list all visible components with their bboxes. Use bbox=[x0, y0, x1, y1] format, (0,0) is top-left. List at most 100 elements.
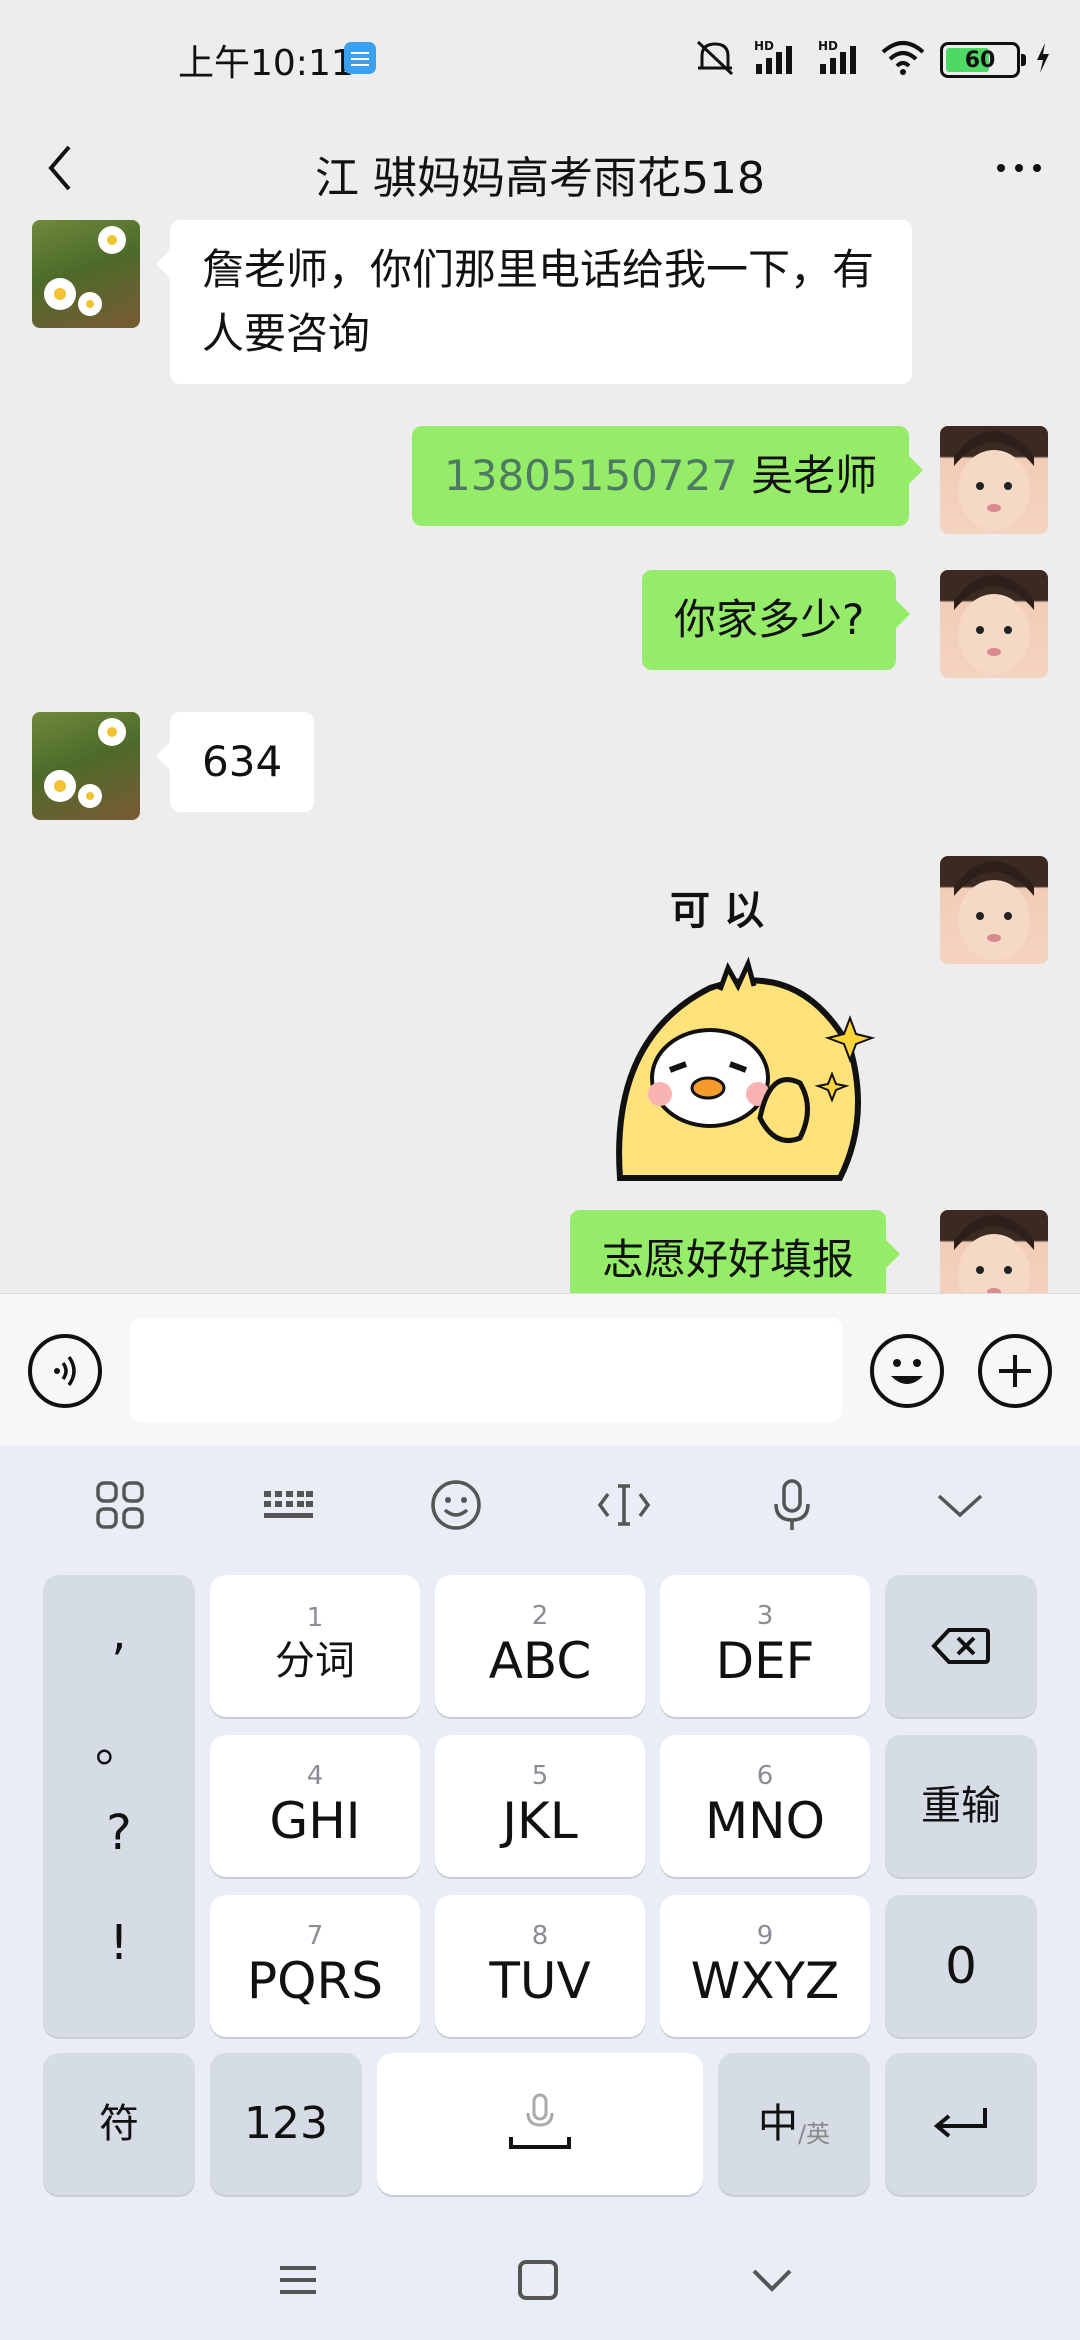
key-1-fenci[interactable]: 1 分词 bbox=[210, 1575, 420, 1717]
key-label: 重输 bbox=[921, 1783, 1001, 1829]
charging-icon bbox=[1034, 41, 1052, 79]
key-label: 符 bbox=[99, 2101, 139, 2147]
chevron-down-icon bbox=[937, 1494, 983, 1518]
key-number: 9 bbox=[756, 1921, 774, 1951]
keyboard-toolbar bbox=[0, 1445, 1080, 1565]
keyboard-icon bbox=[264, 1491, 313, 1518]
key-8-tuv[interactable]: 8 TUV bbox=[435, 1895, 645, 2037]
key-sublabel: /英 bbox=[797, 2119, 831, 2148]
hide-keyboard-button[interactable] bbox=[928, 1473, 992, 1537]
backspace-key[interactable] bbox=[885, 1575, 1037, 1717]
key-label: WXYZ bbox=[690, 1952, 840, 2010]
punct-period-key[interactable]: 。 bbox=[43, 1705, 195, 1775]
nav-bar: 江 骐妈妈高考雨花518 bbox=[0, 118, 1080, 218]
reinput-key[interactable]: 重输 bbox=[885, 1735, 1037, 1877]
emoji-button[interactable] bbox=[870, 1334, 944, 1408]
key-label: 0 bbox=[945, 1937, 977, 1995]
microphone-icon bbox=[774, 1479, 810, 1530]
keyboard-menu-button[interactable] bbox=[88, 1473, 152, 1537]
key-number: 4 bbox=[306, 1761, 324, 1791]
recent-apps-button[interactable] bbox=[268, 2250, 328, 2310]
numbers-key[interactable]: 123 bbox=[210, 2053, 362, 2195]
more-options-button[interactable] bbox=[984, 138, 1054, 198]
chat-title: 江 骐妈妈高考雨花518 bbox=[315, 153, 765, 204]
key-number: 1 bbox=[306, 1603, 324, 1633]
keyboard-layout-button[interactable] bbox=[256, 1473, 320, 1537]
key-label: ABC bbox=[488, 1632, 592, 1690]
contact-avatar[interactable] bbox=[32, 220, 140, 328]
key-number: 3 bbox=[756, 1601, 774, 1631]
space-key[interactable] bbox=[377, 2053, 703, 2195]
space-mic-icon bbox=[509, 2093, 571, 2149]
text-cursor-icon bbox=[597, 1484, 651, 1526]
key-2-abc[interactable]: 2 ABC bbox=[435, 1575, 645, 1717]
key-6-mno[interactable]: 6 MNO bbox=[660, 1735, 870, 1877]
punctuation-column[interactable]: , 。 ? ! bbox=[43, 1575, 195, 2037]
phone-number-link[interactable]: 13805150727 bbox=[444, 451, 738, 500]
key-label: PQRS bbox=[247, 1952, 383, 2010]
key-number: 5 bbox=[531, 1761, 549, 1791]
key-number: 6 bbox=[756, 1761, 774, 1791]
key-4-ghi[interactable]: 4 GHI bbox=[210, 1735, 420, 1877]
chick-sticker-icon bbox=[616, 956, 876, 1181]
message-bubble-sent[interactable]: 13805150727 吴老师 bbox=[412, 426, 924, 526]
key-number: 8 bbox=[531, 1921, 549, 1951]
zero-key[interactable]: 0 bbox=[885, 1895, 1037, 2037]
my-avatar[interactable] bbox=[940, 1210, 1048, 1293]
battery-level: 60 bbox=[964, 47, 996, 73]
key-label: 123 bbox=[244, 2098, 328, 2149]
home-button[interactable] bbox=[508, 2250, 568, 2310]
key-number: 2 bbox=[531, 1601, 549, 1631]
svg-text:HD: HD bbox=[754, 39, 774, 53]
back-nav-button[interactable] bbox=[742, 2250, 802, 2310]
key-number: 7 bbox=[306, 1921, 324, 1951]
message-bubble-received[interactable]: 634 bbox=[155, 712, 315, 812]
system-nav-bar bbox=[0, 2220, 1080, 2340]
language-switch-key[interactable]: 中/英 bbox=[718, 2053, 870, 2195]
keyboard-emoji-button[interactable] bbox=[424, 1473, 488, 1537]
message-bubble-received[interactable]: 詹老师，你们那里电话给我一下，有人要咨询 bbox=[156, 220, 912, 384]
key-9-wxyz[interactable]: 9 WXYZ bbox=[660, 1895, 870, 2037]
message-input[interactable] bbox=[130, 1318, 842, 1422]
keyboard-voice-button[interactable] bbox=[760, 1473, 824, 1537]
mute-icon bbox=[692, 38, 738, 82]
my-avatar[interactable] bbox=[940, 570, 1048, 678]
contact-avatar[interactable] bbox=[32, 712, 140, 820]
square-icon bbox=[518, 2260, 558, 2300]
status-time: 上午10:11 bbox=[178, 43, 354, 84]
symbols-key[interactable]: 符 bbox=[43, 2053, 195, 2195]
key-7-pqrs[interactable]: 7 PQRS bbox=[210, 1895, 420, 2037]
punct-comma-key[interactable]: , bbox=[43, 1605, 195, 1661]
smiley-icon bbox=[891, 1359, 923, 1384]
message-bubble-sent[interactable]: 你家多少? bbox=[642, 570, 911, 670]
signal-icon: HD bbox=[752, 38, 802, 82]
enter-icon bbox=[933, 2108, 987, 2138]
smiley-icon bbox=[431, 1480, 481, 1530]
cursor-edit-button[interactable] bbox=[592, 1473, 656, 1537]
key-5-jkl[interactable]: 5 JKL bbox=[435, 1735, 645, 1877]
more-actions-button[interactable] bbox=[978, 1334, 1052, 1408]
key-label: 中 bbox=[757, 2101, 798, 2147]
voice-input-button[interactable] bbox=[28, 1334, 102, 1408]
punct-exclaim-key[interactable]: ! bbox=[43, 1915, 195, 1971]
grid-icon bbox=[96, 1481, 144, 1529]
input-bar bbox=[0, 1293, 1080, 1445]
backspace-icon bbox=[931, 1628, 990, 1664]
message-bubble-sent[interactable]: 志愿好好填报 bbox=[570, 1210, 901, 1293]
key-label: DEF bbox=[715, 1632, 815, 1690]
dot-icon bbox=[1015, 164, 1023, 172]
enter-key[interactable] bbox=[885, 2053, 1037, 2195]
voice-icon bbox=[54, 1355, 76, 1387]
my-avatar[interactable] bbox=[940, 856, 1048, 964]
plus-icon bbox=[999, 1355, 1031, 1387]
sticker-message[interactable]: 可以 bbox=[600, 878, 900, 1198]
punct-question-key[interactable]: ? bbox=[43, 1805, 195, 1861]
status-icons: HD HD 60 bbox=[692, 30, 1052, 90]
menu-icon bbox=[280, 2266, 316, 2294]
dot-icon bbox=[997, 164, 1005, 172]
my-avatar[interactable] bbox=[940, 426, 1048, 534]
chevron-down-icon bbox=[752, 2269, 792, 2292]
chat-messages[interactable]: 詹老师，你们那里电话给我一下，有人要咨询 13805150727 吴老师 你家多… bbox=[0, 218, 1080, 1293]
wifi-icon bbox=[880, 38, 926, 82]
key-3-def[interactable]: 3 DEF bbox=[660, 1575, 870, 1717]
